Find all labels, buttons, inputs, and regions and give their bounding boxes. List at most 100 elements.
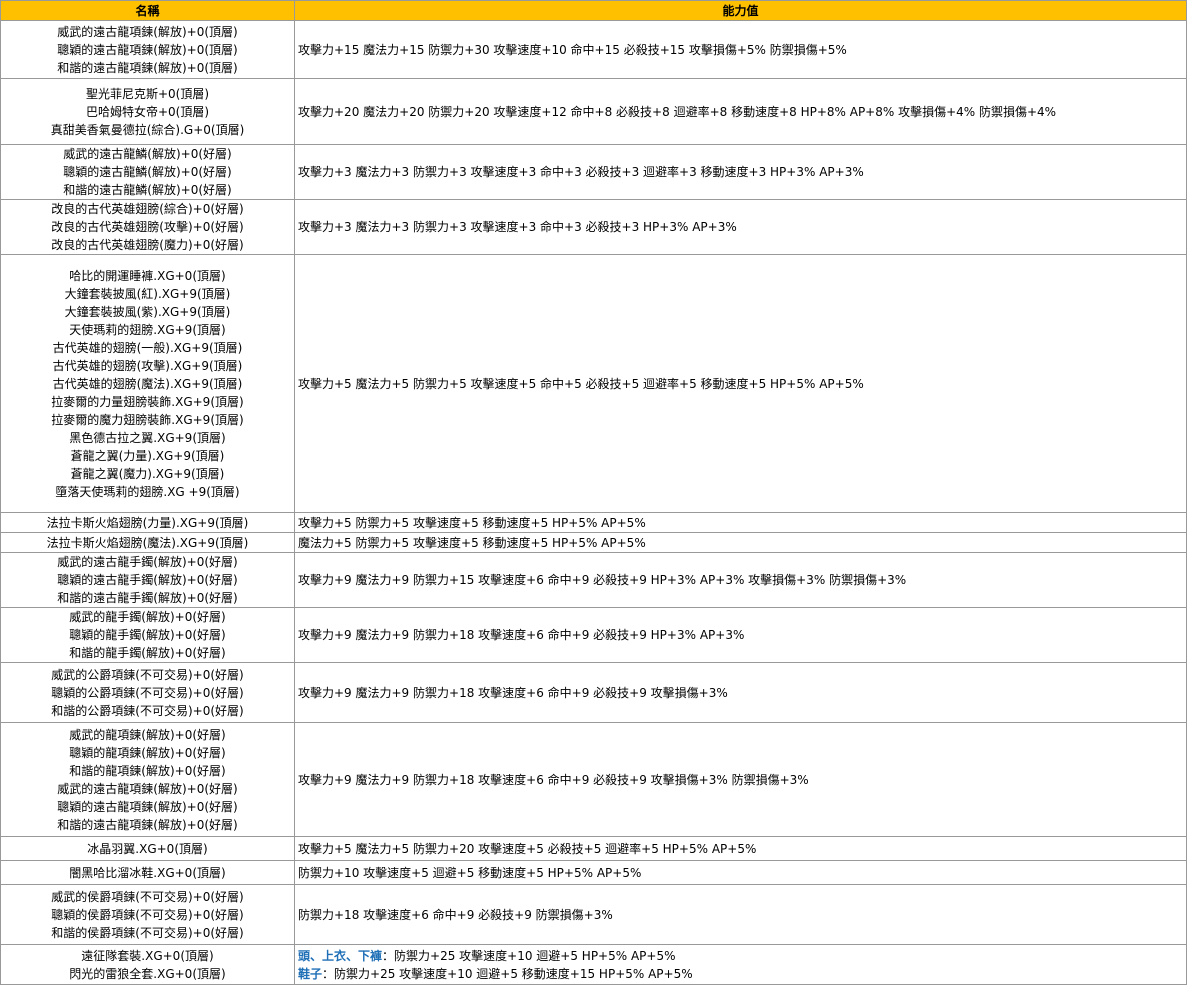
- item-name: 威武的遠古龍項鍊(解放)+0(好層): [57, 781, 238, 796]
- item-name: 和諧的遠古龍項鍊(解放)+0(好層): [57, 817, 238, 832]
- stats-cell: 頭、上衣、下褲：防禦力+25 攻擊速度+10 迴避+5 HP+5% AP+5% 鞋…: [294, 944, 1187, 985]
- table-row: 哈比的開運睡褲.XG+0(頂層) 大鐘套裝披風(紅).XG+9(頂層) 大鐘套裝披風…: [0, 254, 1187, 513]
- item-name: 威武的侯爵項鍊(不可交易)+0(好層): [51, 889, 244, 904]
- stats-text: ：防禦力+25 攻擊速度+10 迴避+5 HP+5% AP+5%: [382, 948, 676, 963]
- item-name: 哈比的開運睡褲.XG+0(頂層): [69, 268, 226, 283]
- item-name: 法拉卡斯火焰翅膀(魔法).XG+9(頂層): [46, 535, 249, 550]
- item-name: 聰穎的遠古龍手鐲(解放)+0(好層): [57, 573, 238, 587]
- table-row: 冰晶羽翼.XG+0(頂層) 攻擊力+5 魔法力+5 防禦力+20 攻擊速度+5 必…: [0, 836, 1187, 861]
- item-name: 墮落天使瑪莉的翅膀.XG +9(頂層): [55, 484, 240, 499]
- equipment-slot-label: 頭、上衣、下褲: [298, 948, 383, 963]
- item-names-cell: 改良的古代英雄翅膀(綜合)+0(好層) 改良的古代英雄翅膀(攻擊)+0(好層) 改良…: [0, 199, 295, 255]
- stats-cell: 攻擊力+9 魔法力+9 防禦力+15 攻擊速度+6 命中+9 必殺技+9 HP+…: [294, 552, 1187, 608]
- item-name: 和諧的龍項鍊(解放)+0(好層): [69, 763, 226, 778]
- item-name: 和諧的遠古龍項鍊(解放)+0(頂層): [57, 60, 238, 75]
- stats-line: 鞋子：防禦力+25 攻擊速度+10 迴避+5 移動速度+15 HP+5% AP+…: [298, 965, 1184, 983]
- stats-cell: 攻擊力+9 魔法力+9 防禦力+18 攻擊速度+6 命中+9 必殺技+9 攻擊損…: [294, 722, 1187, 837]
- item-name: 聰穎的侯爵項鍊(不可交易)+0(好層): [51, 907, 244, 922]
- item-name: 蒼龍之翼(魔力).XG+9(頂層): [70, 466, 225, 481]
- table-row: 遠征隊套裝.XG+0(頂層) 閃光的雷狼全套.XG+0(頂層) 頭、上衣、下褲：防禦…: [0, 944, 1187, 985]
- table-row: 威武的公爵項鍊(不可交易)+0(好層) 聰穎的公爵項鍊(不可交易)+0(好層) 和諧…: [0, 662, 1187, 723]
- item-names-cell: 威武的公爵項鍊(不可交易)+0(好層) 聰穎的公爵項鍊(不可交易)+0(好層) 和諧…: [0, 662, 295, 723]
- item-names-cell: 闇黑哈比溜冰鞋.XG+0(頂層): [0, 860, 295, 885]
- item-name: 天使瑪莉的翅膀.XG+9(頂層): [69, 322, 226, 337]
- table-row: 法拉卡斯火焰翅膀(魔法).XG+9(頂層) 魔法力+5 防禦力+5 攻擊速度+5 …: [0, 532, 1187, 553]
- item-name: 聰穎的龍手鐲(解放)+0(好層): [69, 628, 226, 642]
- item-name: 改良的古代英雄翅膀(綜合)+0(好層): [51, 202, 244, 216]
- item-names-cell: 聖光菲尼克斯+0(頂層) 巴哈姆特女帝+0(頂層) 真甜美香氣曼德拉(綜合).G+0…: [0, 78, 295, 145]
- item-names-cell: 法拉卡斯火焰翅膀(魔法).XG+9(頂層): [0, 532, 295, 553]
- stats-cell: 攻擊力+15 魔法力+15 防禦力+30 攻擊速度+10 命中+15 必殺技+1…: [294, 20, 1187, 79]
- item-name: 闇黑哈比溜冰鞋.XG+0(頂層): [69, 865, 226, 880]
- item-name: 聰穎的遠古龍項鍊(解放)+0(好層): [57, 799, 238, 814]
- item-name: 法拉卡斯火焰翅膀(力量).XG+9(頂層): [46, 515, 249, 530]
- item-name: 聰穎的遠古龍項鍊(解放)+0(頂層): [57, 42, 238, 57]
- item-name: 威武的遠古龍手鐲(解放)+0(好層): [57, 555, 238, 569]
- table-row: 法拉卡斯火焰翅膀(力量).XG+9(頂層) 攻擊力+5 防禦力+5 攻擊速度+5 …: [0, 512, 1187, 533]
- item-name: 古代英雄的翅膀(魔法).XG+9(頂層): [52, 376, 243, 391]
- item-name: 冰晶羽翼.XG+0(頂層): [87, 841, 208, 856]
- item-names-cell: 威武的遠古龍鱗(解放)+0(好層) 聰穎的遠古龍鱗(解放)+0(好層) 和諧的遠古龍…: [0, 144, 295, 200]
- item-name: 聖光菲尼克斯+0(頂層): [85, 86, 210, 101]
- table-row: 闇黑哈比溜冰鞋.XG+0(頂層) 防禦力+10 攻擊速度+5 迴避+5 移動速度+…: [0, 860, 1187, 885]
- stats-cell: 攻擊力+9 魔法力+9 防禦力+18 攻擊速度+6 命中+9 必殺技+9 HP+…: [294, 607, 1187, 663]
- item-name: 和諧的遠古龍手鐲(解放)+0(好層): [57, 591, 238, 605]
- item-names-cell: 法拉卡斯火焰翅膀(力量).XG+9(頂層): [0, 512, 295, 533]
- item-name: 拉麥爾的力量翅膀裝飾.XG+9(頂層): [51, 394, 244, 409]
- table-row: 威武的遠古龍手鐲(解放)+0(好層) 聰穎的遠古龍手鐲(解放)+0(好層) 和諧的遠…: [0, 552, 1187, 608]
- header-row: 名稱 能力值: [0, 0, 1187, 21]
- item-name: 真甜美香氣曼德拉(綜合).G+0(頂層): [50, 122, 245, 137]
- item-names-cell: 冰晶羽翼.XG+0(頂層): [0, 836, 295, 861]
- item-name: 聰穎的龍項鍊(解放)+0(好層): [69, 745, 226, 760]
- item-name: 遠征隊套裝.XG+0(頂層): [81, 948, 214, 963]
- stats-text: ：防禦力+25 攻擊速度+10 迴避+5 移動速度+15 HP+5% AP+5%: [322, 966, 693, 981]
- stats-cell: 攻擊力+3 魔法力+3 防禦力+3 攻擊速度+3 命中+3 必殺技+3 HP+3…: [294, 199, 1187, 255]
- item-name: 和諧的遠古龍鱗(解放)+0(好層): [63, 183, 232, 197]
- table-row: 威武的龍項鍊(解放)+0(好層) 聰穎的龍項鍊(解放)+0(好層) 和諧的龍項鍊(解…: [0, 722, 1187, 837]
- item-names-cell: 威武的侯爵項鍊(不可交易)+0(好層) 聰穎的侯爵項鍊(不可交易)+0(好層) 和諧…: [0, 884, 295, 945]
- stats-cell: 攻擊力+3 魔法力+3 防禦力+3 攻擊速度+3 命中+3 必殺技+3 迴避率+…: [294, 144, 1187, 200]
- item-name: 威武的遠古龍鱗(解放)+0(好層): [63, 147, 232, 161]
- item-names-cell: 威武的龍手鐲(解放)+0(好層) 聰穎的龍手鐲(解放)+0(好層) 和諧的龍手鐲(解…: [0, 607, 295, 663]
- item-name: 蒼龍之翼(力量).XG+9(頂層): [70, 448, 225, 463]
- table-row: 威武的侯爵項鍊(不可交易)+0(好層) 聰穎的侯爵項鍊(不可交易)+0(好層) 和諧…: [0, 884, 1187, 945]
- item-name: 和諧的公爵項鍊(不可交易)+0(好層): [51, 703, 244, 718]
- table-row: 威武的遠古龍項鍊(解放)+0(頂層) 聰穎的遠古龍項鍊(解放)+0(頂層) 和諧的遠…: [0, 20, 1187, 79]
- stats-cell: 攻擊力+5 魔法力+5 防禦力+5 攻擊速度+5 命中+5 必殺技+5 迴避率+…: [294, 254, 1187, 513]
- item-name: 黑色德古拉之翼.XG+9(頂層): [69, 430, 226, 445]
- table-row: 聖光菲尼克斯+0(頂層) 巴哈姆特女帝+0(頂層) 真甜美香氣曼德拉(綜合).G+0…: [0, 78, 1187, 145]
- item-name: 威武的龍手鐲(解放)+0(好層): [69, 610, 226, 624]
- item-name: 威武的遠古龍項鍊(解放)+0(頂層): [57, 24, 238, 39]
- item-names-cell: 威武的遠古龍手鐲(解放)+0(好層) 聰穎的遠古龍手鐲(解放)+0(好層) 和諧的遠…: [0, 552, 295, 608]
- table-row: 威武的龍手鐲(解放)+0(好層) 聰穎的龍手鐲(解放)+0(好層) 和諧的龍手鐲(解…: [0, 607, 1187, 663]
- stats-cell: 攻擊力+20 魔法力+20 防禦力+20 攻擊速度+12 命中+8 必殺技+8 …: [294, 78, 1187, 145]
- item-names-cell: 威武的龍項鍊(解放)+0(好層) 聰穎的龍項鍊(解放)+0(好層) 和諧的龍項鍊(解…: [0, 722, 295, 837]
- equipment-slot-label: 鞋子: [298, 966, 323, 981]
- stats-line: 頭、上衣、下褲：防禦力+25 攻擊速度+10 迴避+5 HP+5% AP+5%: [298, 947, 1184, 965]
- item-name: 大鐘套裝披風(紫).XG+9(頂層): [64, 304, 231, 319]
- item-name: 古代英雄的翅膀(攻擊).XG+9(頂層): [52, 358, 243, 373]
- item-names-cell: 遠征隊套裝.XG+0(頂層) 閃光的雷狼全套.XG+0(頂層): [0, 944, 295, 985]
- stats-column-header: 能力值: [294, 0, 1187, 21]
- item-name: 拉麥爾的魔力翅膀裝飾.XG+9(頂層): [51, 412, 244, 427]
- stats-cell: 攻擊力+5 防禦力+5 攻擊速度+5 移動速度+5 HP+5% AP+5%: [294, 512, 1187, 533]
- stats-cell: 攻擊力+9 魔法力+9 防禦力+18 攻擊速度+6 命中+9 必殺技+9 攻擊損…: [294, 662, 1187, 723]
- item-names-cell: 威武的遠古龍項鍊(解放)+0(頂層) 聰穎的遠古龍項鍊(解放)+0(頂層) 和諧的遠…: [0, 20, 295, 79]
- item-name: 聰穎的公爵項鍊(不可交易)+0(好層): [51, 685, 244, 700]
- table-row: 威武的遠古龍鱗(解放)+0(好層) 聰穎的遠古龍鱗(解放)+0(好層) 和諧的遠古龍…: [0, 144, 1187, 200]
- item-name: 威武的龍項鍊(解放)+0(好層): [69, 727, 226, 742]
- stats-cell: 魔法力+5 防禦力+5 攻擊速度+5 移動速度+5 HP+5% AP+5%: [294, 532, 1187, 553]
- item-name: 改良的古代英雄翅膀(攻擊)+0(好層): [51, 220, 244, 234]
- item-name: 威武的公爵項鍊(不可交易)+0(好層): [51, 667, 244, 682]
- table-row: 改良的古代英雄翅膀(綜合)+0(好層) 改良的古代英雄翅膀(攻擊)+0(好層) 改良…: [0, 199, 1187, 255]
- item-name: 和諧的侯爵項鍊(不可交易)+0(好層): [51, 925, 244, 940]
- stats-cell: 防禦力+10 攻擊速度+5 迴避+5 移動速度+5 HP+5% AP+5%: [294, 860, 1187, 885]
- item-name: 和諧的龍手鐲(解放)+0(好層): [69, 646, 226, 660]
- name-column-header: 名稱: [0, 0, 295, 21]
- item-names-cell: 哈比的開運睡褲.XG+0(頂層) 大鐘套裝披風(紅).XG+9(頂層) 大鐘套裝披風…: [0, 254, 295, 513]
- item-name: 改良的古代英雄翅膀(魔力)+0(好層): [51, 238, 244, 252]
- stats-cell: 攻擊力+5 魔法力+5 防禦力+20 攻擊速度+5 必殺技+5 迴避率+5 HP…: [294, 836, 1187, 861]
- item-name: 閃光的雷狼全套.XG+0(頂層): [69, 966, 226, 981]
- equipment-stats-table: 名稱 能力值 威武的遠古龍項鍊(解放)+0(頂層) 聰穎的遠古龍項鍊(解放)+0(…: [0, 0, 1187, 985]
- stats-cell: 防禦力+18 攻擊速度+6 命中+9 必殺技+9 防禦損傷+3%: [294, 884, 1187, 945]
